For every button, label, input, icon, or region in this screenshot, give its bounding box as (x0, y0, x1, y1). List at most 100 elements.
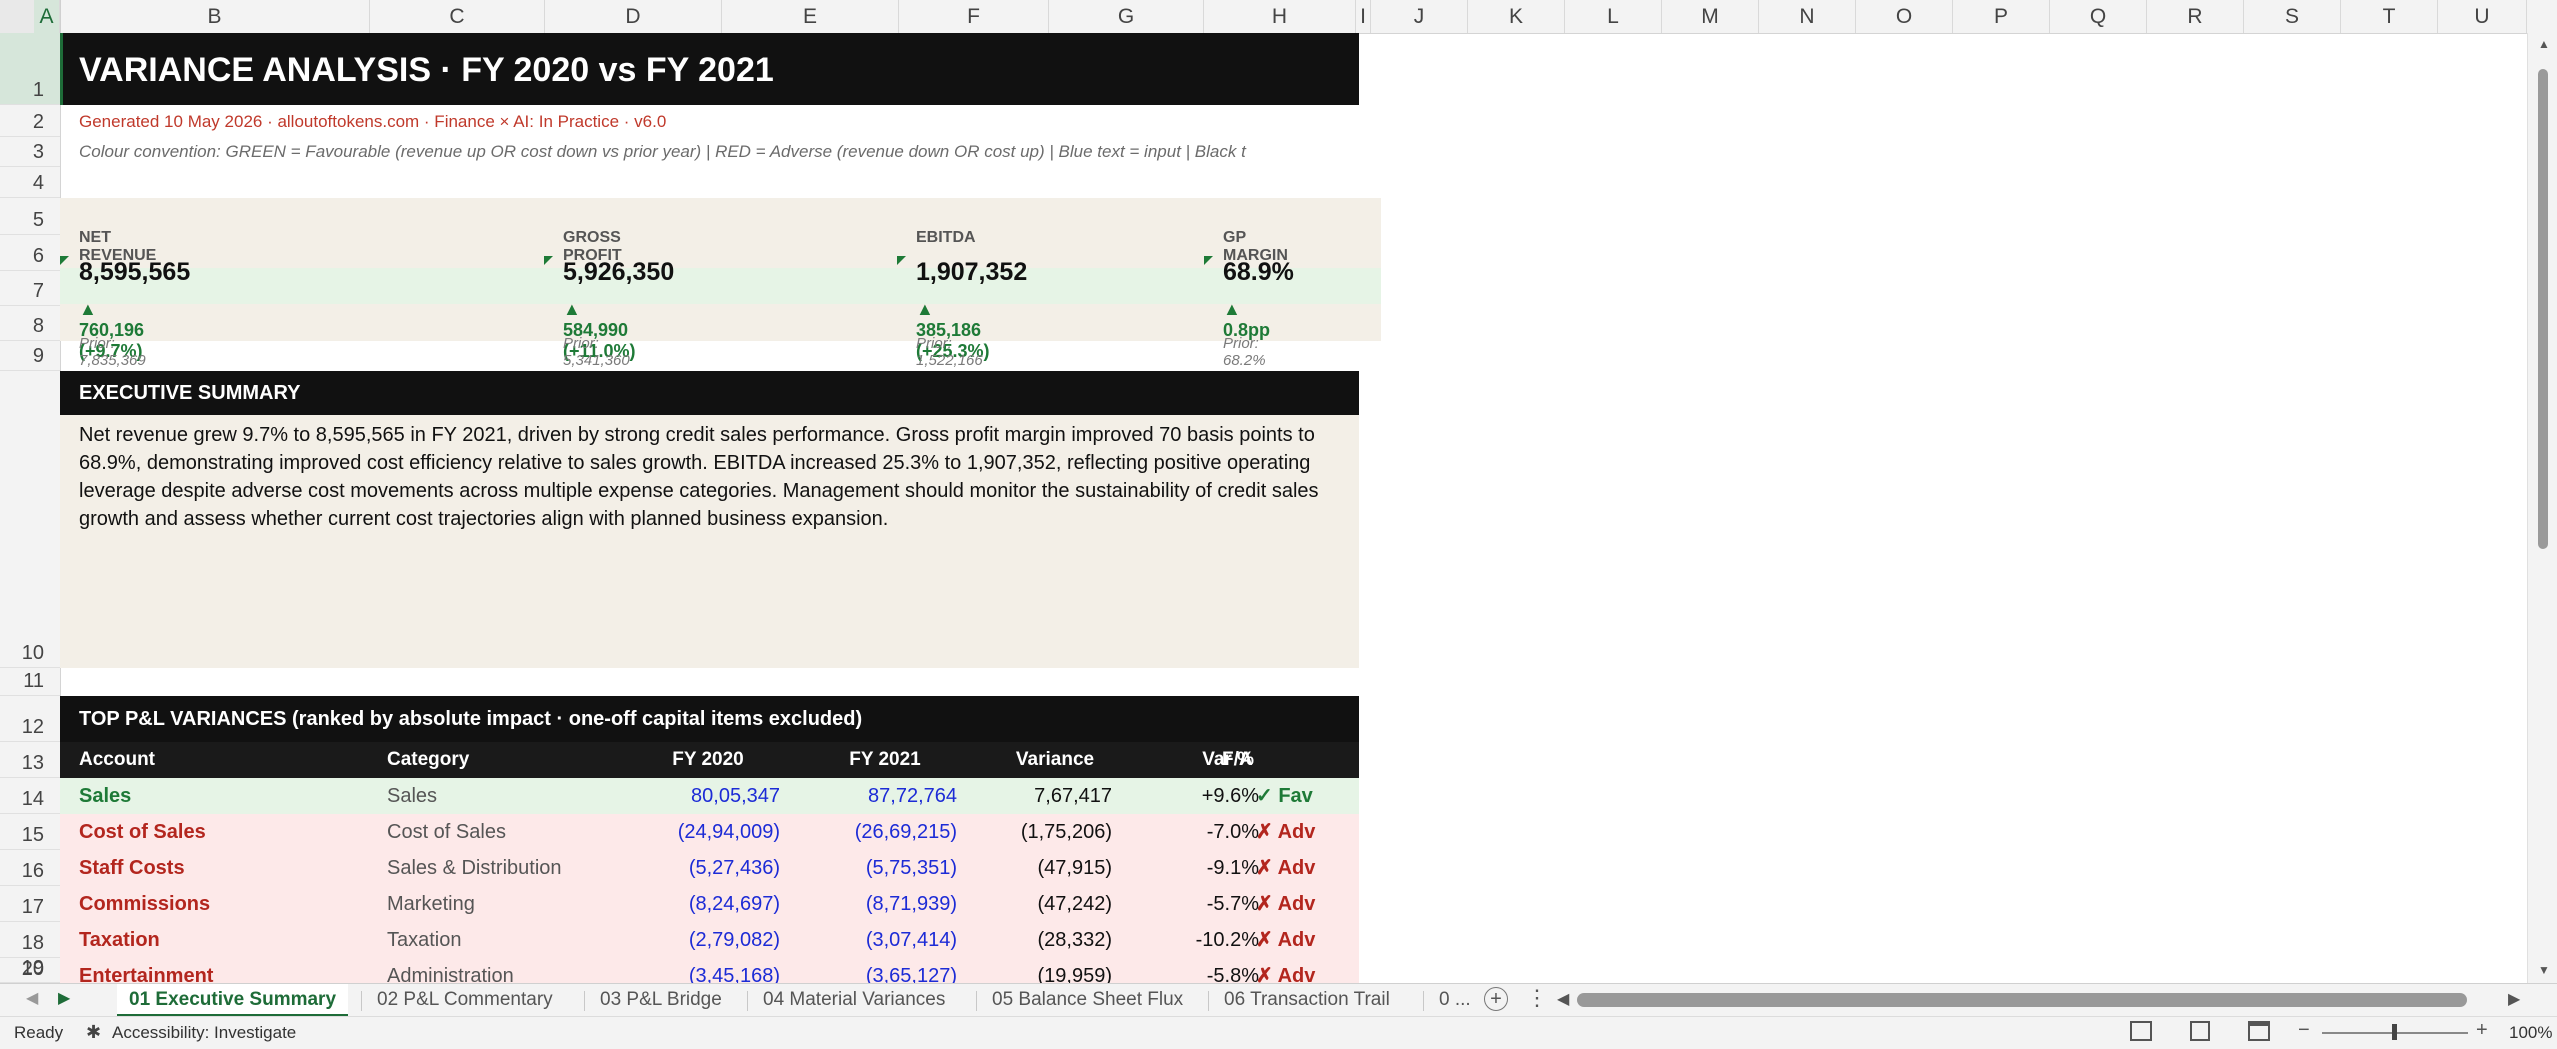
scroll-up-icon[interactable]: ▲ (2538, 37, 2550, 51)
column-header-n[interactable]: N (1759, 0, 1856, 33)
column-header-a[interactable]: A (34, 0, 60, 33)
tab-separator (1423, 991, 1424, 1011)
zoom-slider-thumb[interactable] (2392, 1024, 2397, 1040)
table-row[interactable]: Staff Costs Sales & Distribution (5,27,436… (60, 850, 1359, 887)
horizontal-scroll-thumb[interactable] (1577, 993, 2467, 1007)
column-header-b[interactable]: B (60, 0, 370, 33)
row-number: 1 (32, 79, 44, 101)
col-account-header: Account (79, 749, 155, 770)
tab-options-icon[interactable]: ⋮ (1526, 985, 1548, 1011)
row-header-12[interactable]: 12 (0, 696, 60, 742)
row-header-15[interactable]: 15 (0, 814, 60, 850)
variances-header: TOP P&L VARIANCES (ranked by absolute im… (60, 696, 1359, 742)
row-header-4[interactable]: 4 (0, 167, 60, 198)
kpi-value: 8,595,565 (79, 258, 191, 286)
tab-scroll-left-icon[interactable]: ◀ (26, 988, 38, 1008)
row-number: 4 (32, 172, 44, 194)
account-cell: Taxation (79, 929, 160, 951)
fa-cell: ✗ Adv (1256, 857, 1316, 879)
column-header-p[interactable]: P (1953, 0, 2050, 33)
account-cell: Cost of Sales (79, 821, 206, 843)
fy2020-cell: (8,24,697) (688, 893, 780, 915)
exec-summary-panel: Net revenue grew 9.7% to 8,595,565 in FY… (60, 415, 1359, 668)
column-header-j[interactable]: J (1371, 0, 1468, 33)
accessibility-icon[interactable]: ✱ (86, 1022, 101, 1043)
column-header-c[interactable]: C (370, 0, 545, 33)
tab-separator (747, 991, 748, 1011)
accessibility-status[interactable]: Accessibility: Investigate (112, 1023, 296, 1043)
table-row[interactable]: Taxation Taxation (2,79,082) (3,07,414) (28,… (60, 922, 1359, 959)
column-header-f[interactable]: F (899, 0, 1049, 33)
row-header-8[interactable]: 8 (0, 306, 60, 341)
kpi-value: 5,926,350 (563, 258, 675, 286)
vertical-scrollbar[interactable]: ▲ ▼ (2527, 33, 2557, 983)
row-header-16[interactable]: 16 (0, 850, 60, 886)
row-header-18[interactable]: 18 (0, 922, 60, 958)
column-header-i[interactable]: I (1356, 0, 1371, 33)
fa-cell: ✗ Adv (1256, 893, 1316, 915)
column-header-e[interactable]: E (722, 0, 899, 33)
ready-status: Ready (14, 1023, 64, 1042)
row-header-7[interactable]: 7 (0, 271, 60, 306)
vertical-scroll-thumb[interactable] (2538, 69, 2548, 549)
tab-scroll-right-icon[interactable]: ▶ (58, 988, 70, 1008)
col-fy2020-header: FY 2020 (672, 749, 744, 770)
fy2021-cell: (3,65,127) (865, 965, 957, 984)
page-break-view-icon[interactable] (2248, 1021, 2270, 1041)
row-header-2[interactable]: 2 (0, 105, 60, 137)
scroll-down-icon[interactable]: ▼ (2538, 963, 2550, 977)
variance-cell: (47,915) (1037, 857, 1113, 879)
tab-sheet-5[interactable]: 05 Balance Sheet Flux (980, 984, 1195, 1016)
hscroll-left-icon[interactable]: ◀ (1557, 989, 1569, 1009)
row-header-14[interactable]: 14 (0, 778, 60, 814)
zoom-in-icon[interactable]: + (2476, 1019, 2488, 1042)
page-layout-view-icon[interactable] (2190, 1021, 2210, 1041)
zoom-level[interactable]: 100% (2509, 1023, 2552, 1043)
column-header-s[interactable]: S (2244, 0, 2341, 33)
row-header-17[interactable]: 17 (0, 886, 60, 922)
kpi-prior: Prior: 68.2% (1223, 335, 1266, 369)
row-header-11[interactable]: 11 (0, 668, 60, 696)
row-header-13[interactable]: 13 (0, 742, 60, 778)
column-header-q[interactable]: Q (2050, 0, 2147, 33)
column-header-t[interactable]: T (2341, 0, 2438, 33)
row-number: 6 (32, 245, 44, 267)
report-title: VARIANCE ANALYSIS · FY 2020 vs FY 2021 (79, 51, 774, 89)
column-header-o[interactable]: O (1856, 0, 1953, 33)
table-row[interactable]: Commissions Marketing (8,24,697) (8,71,939)… (60, 886, 1359, 923)
row-header-10[interactable]: 10 (0, 371, 60, 668)
account-cell: Sales (79, 785, 132, 807)
row-number: 2 (32, 111, 44, 133)
tab-separator (1208, 991, 1209, 1011)
tab-sheet-4[interactable]: 04 Material Variances (751, 984, 957, 1016)
zoom-out-icon[interactable]: − (2298, 1019, 2310, 1042)
table-row[interactable]: Sales Sales 80,05,347 87,72,764 7,67,417 +9.6… (60, 778, 1359, 815)
table-row[interactable]: Entertainment Administration (3,45,168) (3,… (60, 958, 1359, 984)
row-header-1[interactable]: 1 (0, 33, 60, 105)
tab-sheet-7[interactable]: 0 ... (1427, 984, 1483, 1016)
row-number: 13 (21, 752, 44, 774)
tab-sheet-6[interactable]: 06 Transaction Trail (1212, 984, 1402, 1016)
column-header-l[interactable]: L (1565, 0, 1662, 33)
tab-sheet-3[interactable]: 03 P&L Bridge (588, 984, 734, 1016)
row-header-5[interactable]: 5 (0, 198, 60, 235)
column-header-r[interactable]: R (2147, 0, 2244, 33)
column-header-u[interactable]: U (2438, 0, 2527, 33)
tab-sheet-1[interactable]: 01 Executive Summary (117, 984, 349, 1017)
row-header-3[interactable]: 3 (0, 137, 60, 167)
add-sheet-icon[interactable]: + (1484, 987, 1508, 1011)
tab-sheet-2[interactable]: 02 P&L Commentary (365, 984, 565, 1016)
row-header-6[interactable]: 6 (0, 235, 60, 271)
kpi-panel (60, 198, 1381, 341)
normal-view-icon[interactable] (2130, 1021, 2152, 1041)
hscroll-right-icon[interactable]: ▶ (2508, 989, 2520, 1009)
column-header-h[interactable]: H (1204, 0, 1356, 33)
row-header-9[interactable]: 9 (0, 341, 60, 371)
table-row[interactable]: Cost of Sales Cost of Sales (24,94,009) (26… (60, 814, 1359, 851)
column-header-m[interactable]: M (1662, 0, 1759, 33)
column-header-g[interactable]: G (1049, 0, 1204, 33)
variance-cell: (19,959) (1037, 965, 1113, 984)
column-header-d[interactable]: D (545, 0, 722, 33)
col-category-header: Category (387, 749, 470, 770)
column-header-k[interactable]: K (1468, 0, 1565, 33)
